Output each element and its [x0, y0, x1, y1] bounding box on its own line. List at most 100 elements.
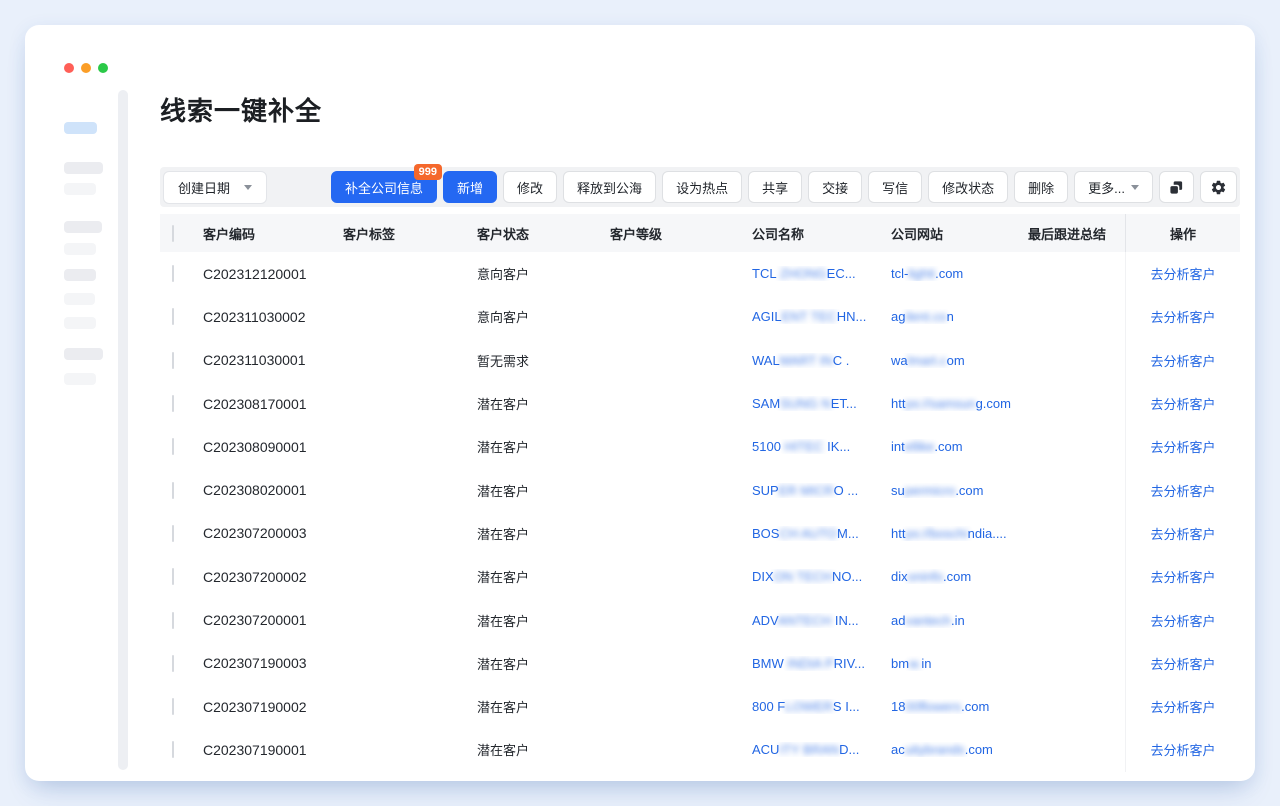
more-button[interactable]: 更多... [1074, 171, 1153, 203]
select-all-checkbox[interactable] [172, 225, 174, 242]
row-action-cell: 去分析客户 [1125, 728, 1240, 771]
company-website-link[interactable]: https://samsung.com [891, 396, 1028, 411]
toolbar-button-3[interactable]: 设为热点 [662, 171, 742, 203]
analyze-customer-link[interactable]: 去分析客户 [1150, 611, 1215, 630]
company-name-link[interactable]: 5100 HITEC IK... [752, 439, 891, 454]
company-name-link[interactable]: WALMART INC . [752, 353, 891, 368]
toolbar-button-6[interactable]: 写信 [868, 171, 922, 203]
visible-text: om [947, 353, 965, 368]
toolbar-button-1[interactable]: 修改 [503, 171, 557, 203]
customer-code: C202307200003 [203, 525, 343, 541]
row-checkbox[interactable] [172, 698, 174, 715]
visible-text: ad [891, 613, 905, 628]
toolbar-button-8[interactable]: 删除 [1014, 171, 1068, 203]
toolbar-button-label: 共享 [762, 178, 788, 197]
toolbar-button-7[interactable]: 修改状态 [928, 171, 1008, 203]
redacted-text: lmart.c [908, 353, 947, 368]
sidebar-item[interactable] [64, 162, 103, 174]
customer-code: C202307190001 [203, 742, 343, 758]
column-header-7: 最后跟进总结 [1028, 224, 1125, 243]
company-name-link[interactable]: DIXON TECHNO... [752, 569, 891, 584]
row-checkbox[interactable] [172, 655, 174, 672]
row-checkbox[interactable] [172, 568, 174, 585]
analyze-customer-link[interactable]: 去分析客户 [1150, 394, 1215, 413]
sidebar-item[interactable] [64, 348, 103, 360]
analyze-customer-link[interactable]: 去分析客户 [1150, 264, 1215, 283]
visible-text: AGIL [752, 309, 782, 324]
row-checkbox[interactable] [172, 525, 174, 542]
row-checkbox[interactable] [172, 265, 174, 282]
sidebar-item[interactable] [64, 269, 96, 281]
analyze-customer-link[interactable]: 去分析客户 [1150, 481, 1215, 500]
company-name-link[interactable]: BMW INDIA PRIV... [752, 656, 891, 671]
row-checkbox[interactable] [172, 352, 174, 369]
toolbar-button-2[interactable]: 释放到公海 [563, 171, 656, 203]
company-website-link[interactable]: bmw.in [891, 656, 1028, 671]
customer-code: C202308170001 [203, 396, 343, 412]
toolbar-button-5[interactable]: 交接 [808, 171, 862, 203]
company-name-link[interactable]: ACUITY BRAND... [752, 742, 891, 757]
table-row: C202307200001潜在客户ADVANTECH IN...advantec… [160, 598, 1240, 641]
date-filter-label: 创建日期 [178, 178, 230, 197]
swap-view-button[interactable] [1159, 171, 1194, 203]
row-checkbox[interactable] [172, 741, 174, 758]
row-checkbox[interactable] [172, 308, 174, 325]
analyze-customer-link[interactable]: 去分析客户 [1150, 654, 1215, 673]
visible-text: .com [943, 569, 971, 584]
table-row: C202307190002潜在客户800 FLOWERS I...1800flo… [160, 685, 1240, 728]
sidebar-item[interactable] [64, 243, 96, 255]
date-filter-select[interactable]: 创建日期 [163, 171, 267, 204]
analyze-customer-link[interactable]: 去分析客户 [1150, 437, 1215, 456]
company-website-link[interactable]: acuitybrands.com [891, 742, 1028, 757]
row-checkbox[interactable] [172, 482, 174, 499]
company-name-link[interactable]: ADVANTECH IN... [752, 613, 891, 628]
sidebar-item[interactable] [64, 317, 96, 329]
company-website-link[interactable]: advantech.in [891, 613, 1028, 628]
visible-text: DIX [752, 569, 774, 584]
customer-status: 潜在客户 [477, 567, 610, 586]
customer-code: C202312120001 [203, 266, 343, 282]
sidebar-item[interactable] [64, 293, 95, 305]
company-name-link[interactable]: BOSCH AUTOM... [752, 526, 891, 541]
analyze-customer-link[interactable]: 去分析客户 [1150, 351, 1215, 370]
toolbar-button-4[interactable]: 共享 [748, 171, 802, 203]
sidebar-item[interactable] [64, 373, 96, 385]
company-website-link[interactable]: tcl-lighti.com [891, 266, 1028, 281]
visible-text: ac [891, 742, 905, 757]
sidebar-item[interactable] [64, 183, 96, 195]
analyze-customer-link[interactable]: 去分析客户 [1150, 740, 1215, 759]
add-button[interactable]: 新增 [443, 171, 497, 203]
company-website-link[interactable]: walmart.com [891, 353, 1028, 368]
company-website-link[interactable]: supermicro.com [891, 483, 1028, 498]
company-name-link[interactable]: SUPER MICRO ... [752, 483, 891, 498]
row-checkbox[interactable] [172, 438, 174, 455]
customer-code: C202308090001 [203, 439, 343, 455]
column-header-1: 客户编码 [203, 224, 343, 243]
toolbar-button-label: 写信 [882, 178, 908, 197]
company-name-link[interactable]: TCL ZHONGEC... [752, 266, 891, 281]
analyze-customer-link[interactable]: 去分析客户 [1150, 567, 1215, 586]
company-name-link[interactable]: SAMSUNG NET... [752, 396, 891, 411]
sidebar-item-active[interactable] [64, 122, 97, 134]
settings-button[interactable] [1200, 171, 1237, 203]
row-action-cell: 去分析客户 [1125, 295, 1240, 338]
row-checkbox[interactable] [172, 395, 174, 412]
analyze-customer-link[interactable]: 去分析客户 [1150, 307, 1215, 326]
row-checkbox[interactable] [172, 612, 174, 629]
column-header-label: 公司网站 [891, 224, 943, 243]
company-website-link[interactable]: 1800flowers.com [891, 699, 1028, 714]
sidebar-item[interactable] [64, 221, 102, 233]
company-website-link[interactable]: agilent.con [891, 309, 1028, 324]
page-title: 线索一键补全 [160, 91, 1240, 128]
header-checkbox-cell [160, 226, 203, 241]
analyze-customer-link[interactable]: 去分析客户 [1150, 697, 1215, 716]
company-website-link[interactable]: https://boschindia.... [891, 526, 1028, 541]
company-name-link[interactable]: AGILENT TECHN... [752, 309, 891, 324]
complete-company-info-button[interactable]: 补全公司信息 999 [331, 171, 437, 203]
company-website-link[interactable]: dixoninfo.com [891, 569, 1028, 584]
company-name-link[interactable]: 800 FLOWERS I... [752, 699, 891, 714]
redacted-text: ellike [905, 439, 935, 454]
sidebar-scrollbar[interactable] [118, 90, 128, 770]
analyze-customer-link[interactable]: 去分析客户 [1150, 524, 1215, 543]
company-website-link[interactable]: intellike.com [891, 439, 1028, 454]
